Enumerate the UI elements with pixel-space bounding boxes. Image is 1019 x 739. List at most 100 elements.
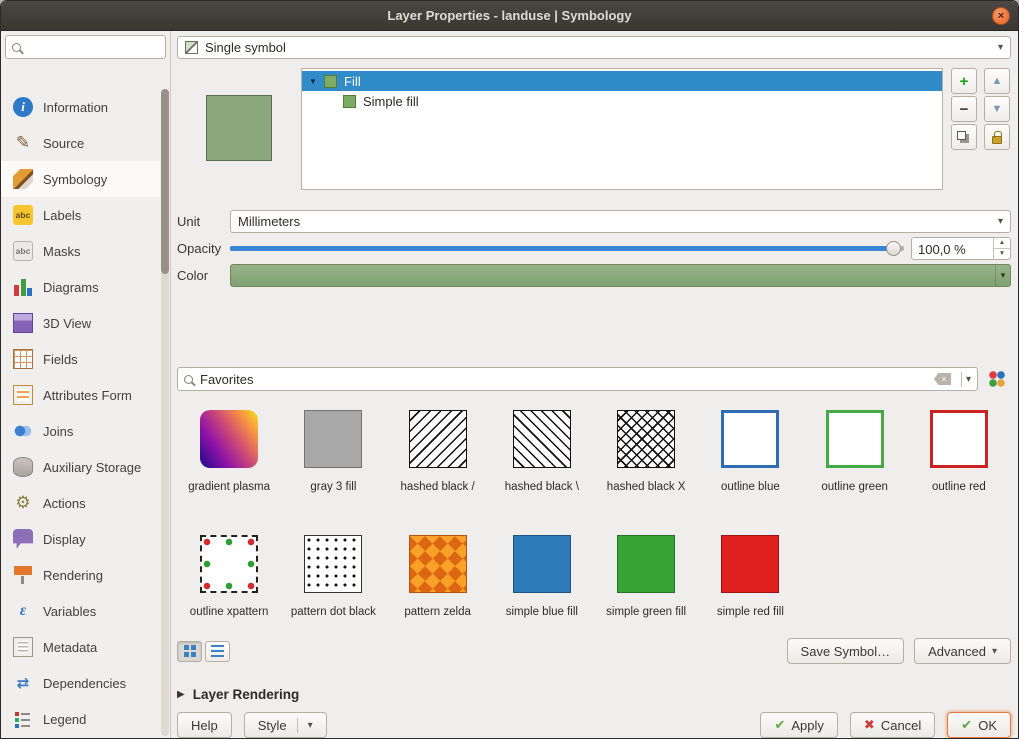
list-view-button[interactable]	[205, 641, 230, 662]
sidebar-item-actions[interactable]: Actions	[1, 485, 160, 521]
symbol-item-hashed-black-x[interactable]: hashed black X	[594, 410, 698, 509]
lock-colors-button[interactable]	[984, 124, 1010, 150]
unit-combobox[interactable]: Millimeters ▾	[230, 210, 1011, 233]
add-symbol-layer-button[interactable]: +	[951, 68, 977, 94]
symbol-thumbnail-hashed-black-back	[513, 410, 571, 468]
information-icon	[13, 97, 33, 117]
sidebar-item-attributes-form[interactable]: Attributes Form	[1, 377, 160, 413]
icon-view-button[interactable]	[177, 641, 202, 662]
symbol-label: hashed black X	[607, 480, 686, 494]
layer-rendering-section[interactable]: ▶ Layer Rendering	[177, 686, 1011, 703]
renderer-combobox[interactable]: Single symbol ▾	[177, 36, 1011, 59]
sidebar-item-rendering[interactable]: Rendering	[1, 557, 160, 593]
move-down-button[interactable]: ▼	[984, 96, 1010, 122]
check-icon: ✔	[961, 717, 972, 733]
remove-symbol-layer-button[interactable]: −	[951, 96, 977, 122]
sidebar-item-dependencies[interactable]: Dependencies	[1, 665, 160, 701]
clear-icon[interactable]: ×	[934, 373, 951, 385]
list-view-icon	[211, 645, 224, 657]
style-button[interactable]: Style ▾	[244, 712, 327, 738]
opacity-label: Opacity	[177, 241, 230, 256]
symbol-item-outline-blue[interactable]: outline blue	[698, 410, 802, 509]
sidebar-item-metadata[interactable]: Metadata	[1, 629, 160, 665]
advanced-button[interactable]: Advanced ▾	[914, 638, 1011, 664]
3d-view-icon	[13, 313, 33, 333]
style-filter-input[interactable]	[200, 372, 934, 387]
chevron-down-icon[interactable]: ▾	[995, 265, 1010, 286]
symbol-item-simple-red-fill[interactable]: simple red fill	[698, 535, 802, 634]
search-icon	[12, 43, 21, 52]
tree-item-simple-fill[interactable]: Simple fill	[302, 91, 942, 111]
help-button[interactable]: Help	[177, 712, 232, 738]
sidebar-item-legend[interactable]: Legend	[1, 701, 160, 737]
apply-button[interactable]: ✔Apply	[760, 712, 837, 738]
sidebar: InformationSourceSymbology Labels MasksDia…	[1, 31, 171, 738]
symbol-item-pattern-dot-black[interactable]: pattern dot black	[281, 535, 385, 634]
opacity-slider[interactable]	[230, 237, 904, 260]
sidebar-item-joins[interactable]: Joins	[1, 413, 160, 449]
grid-footer: Save Symbol… Advanced ▾	[177, 638, 1011, 664]
sidebar-item-auxiliary-storage[interactable]: Auxiliary Storage	[1, 449, 160, 485]
color-swatch	[231, 265, 995, 286]
duplicate-icon	[957, 131, 966, 140]
opacity-spinbox[interactable]: 100,0 % ▲ ▼	[911, 237, 1011, 260]
expand-icon[interactable]: ▼	[302, 77, 324, 86]
symbol-item-pattern-zelda[interactable]: pattern zelda	[386, 535, 490, 634]
sidebar-item-label: Labels	[43, 208, 81, 223]
color-button[interactable]: ▾	[230, 264, 1011, 287]
sidebar-item-diagrams[interactable]: Diagrams	[1, 269, 160, 305]
up-arrow-icon: ▲	[992, 76, 1003, 87]
sidebar-item-information[interactable]: Information	[1, 89, 160, 125]
spin-down-button[interactable]: ▼	[994, 249, 1010, 259]
down-arrow-icon: ▼	[992, 104, 1003, 115]
symbol-item-outline-green[interactable]: outline green	[803, 410, 907, 509]
advanced-label: Advanced	[928, 644, 986, 659]
cancel-button[interactable]: ✖Cancel	[850, 712, 935, 738]
sidebar-item-qgis-server[interactable]: QGIS Server	[1, 737, 160, 738]
symbol-item-simple-blue-fill[interactable]: simple blue fill	[490, 535, 594, 634]
sidebar-item-symbology[interactable]: Symbology	[1, 161, 160, 197]
sidebar-item-variables[interactable]: Variables	[1, 593, 160, 629]
chevron-down-icon[interactable]: ▾	[966, 374, 971, 385]
sidebar-scrollbar[interactable]	[161, 89, 169, 736]
sidebar-item-masks[interactable]: Masks	[1, 233, 160, 269]
grid-view-icon	[184, 645, 196, 657]
sidebar-search[interactable]	[5, 35, 166, 59]
sidebar-item-display[interactable]: Display	[1, 521, 160, 557]
window-title: Layer Properties - landuse | Symbology	[1, 8, 1018, 23]
symbol-item-gradient-plasma[interactable]: gradient plasma	[177, 410, 281, 509]
sidebar-item-label: Dependencies	[43, 676, 126, 691]
ok-button[interactable]: ✔OK	[947, 712, 1011, 738]
style-filter-box[interactable]: × ▾	[177, 367, 978, 391]
sidebar-item-source[interactable]: Source	[1, 125, 160, 161]
symbol-label: simple green fill	[606, 605, 686, 619]
sidebar-search-input[interactable]	[27, 40, 159, 55]
move-up-button[interactable]: ▲	[984, 68, 1010, 94]
layer-properties-dialog: Layer Properties - landuse | Symbology ×…	[0, 0, 1019, 739]
sidebar-item-label: Fields	[43, 352, 78, 367]
symbol-item-hashed-black-back[interactable]: hashed black \	[490, 410, 594, 509]
style-manager-button[interactable]	[983, 367, 1011, 391]
sidebar-item-fields[interactable]: Fields	[1, 341, 160, 377]
symbol-item-simple-green-fill[interactable]: simple green fill	[594, 535, 698, 634]
slider-handle[interactable]	[886, 241, 901, 256]
attributes-form-icon	[13, 385, 33, 405]
symbology-panel: Single symbol ▾ ▼ Fill Simple fill	[171, 31, 1018, 738]
tree-item-label: Simple fill	[363, 94, 419, 109]
symbol-item-outline-xpattern[interactable]: outline xpattern	[177, 535, 281, 634]
symbol-thumbnail-simple-blue-fill	[513, 535, 571, 593]
tree-item-fill[interactable]: ▼ Fill	[302, 71, 942, 91]
symbol-item-hashed-black-fwd[interactable]: hashed black /	[386, 410, 490, 509]
close-button[interactable]: ×	[992, 7, 1010, 25]
symbol-layer-buttons: + ▲ − ▼	[951, 68, 1011, 190]
duplicate-symbol-layer-button[interactable]	[951, 124, 977, 150]
spin-up-button[interactable]: ▲	[994, 238, 1010, 249]
sidebar-item-labels[interactable]: Labels	[1, 197, 160, 233]
scrollbar-thumb[interactable]	[161, 89, 169, 274]
symbol-item-gray-3-fill[interactable]: gray 3 fill	[281, 410, 385, 509]
sidebar-item-3d-view[interactable]: 3D View	[1, 305, 160, 341]
symbol-item-outline-red[interactable]: outline red	[907, 410, 1011, 509]
spin-down-icon: ▼	[999, 251, 1005, 258]
save-symbol-button[interactable]: Save Symbol…	[787, 638, 905, 664]
symbol-preview	[206, 95, 272, 161]
